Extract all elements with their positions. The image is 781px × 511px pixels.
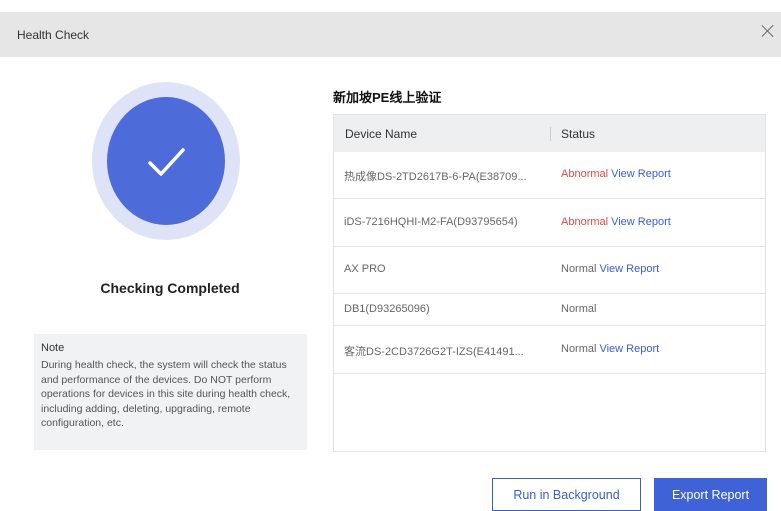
status-text: Normal bbox=[561, 343, 597, 355]
table-header: Device Name Status bbox=[334, 115, 765, 152]
status-cell: Abnormal View Report bbox=[561, 216, 671, 228]
device-name-cell: AX PRO bbox=[344, 263, 386, 275]
table-row: 热成像DS-2TD2617B-6-PA(E38709... Abnormal Vie… bbox=[334, 152, 765, 199]
note-body: During health check, the system will che… bbox=[41, 359, 291, 429]
table-row: iDS-7216HQHI-M2-FA(D93795654) Abnormal Vie… bbox=[334, 199, 765, 247]
table-row: AX PRO Normal View Report bbox=[334, 247, 765, 294]
status-cell: Normal View Report bbox=[561, 263, 659, 275]
column-header-status: Status bbox=[561, 126, 596, 141]
checking-status-text: Checking Completed bbox=[100, 280, 240, 296]
close-icon[interactable] bbox=[759, 22, 777, 40]
status-cell: Normal View Report bbox=[561, 343, 659, 355]
table-row: 客流DS-2CD3726G2T-IZS(E41491... Normal View … bbox=[334, 326, 765, 374]
device-name-cell: 热成像DS-2TD2617B-6-PA(E38709... bbox=[344, 171, 527, 183]
note-box: Note During health check, the system wil… bbox=[34, 334, 307, 450]
dialog-title: Health Check bbox=[17, 27, 90, 42]
table-body: 热成像DS-2TD2617B-6-PA(E38709... Abnormal Vie… bbox=[334, 152, 765, 374]
status-cell: Abnormal View Report bbox=[561, 168, 671, 180]
run-in-background-button[interactable]: Run in Background bbox=[492, 478, 641, 511]
device-table: Device Name Status 热成像DS-2TD2617B-6-PA(E… bbox=[333, 114, 766, 452]
column-divider bbox=[550, 127, 551, 141]
device-name-cell: 客流DS-2CD3726G2T-IZS(E41491... bbox=[344, 346, 524, 358]
completion-circle bbox=[107, 97, 225, 225]
dialog-titlebar: Health Check bbox=[0, 12, 781, 57]
status-text: Normal bbox=[561, 263, 597, 275]
site-name: 新加坡PE线上验证 bbox=[333, 90, 442, 105]
note-heading: Note bbox=[41, 342, 65, 354]
checkmark-icon bbox=[147, 147, 185, 176]
export-report-button[interactable]: Export Report bbox=[654, 478, 767, 511]
status-text: Abnormal bbox=[561, 168, 609, 180]
status-cell: Normal bbox=[561, 303, 596, 315]
view-report-link[interactable]: View Report bbox=[599, 263, 659, 275]
status-text: Abnormal bbox=[561, 216, 609, 228]
view-report-link[interactable]: View Report bbox=[611, 216, 671, 228]
view-report-link[interactable]: View Report bbox=[599, 343, 659, 355]
view-report-link[interactable]: View Report bbox=[611, 168, 671, 180]
device-name-cell: DB1(D93265096) bbox=[344, 303, 430, 315]
column-header-device-name: Device Name bbox=[345, 126, 418, 141]
table-row: DB1(D93265096) Normal bbox=[334, 294, 765, 326]
status-text: Normal bbox=[561, 303, 597, 315]
device-name-cell: iDS-7216HQHI-M2-FA(D93795654) bbox=[344, 216, 518, 228]
